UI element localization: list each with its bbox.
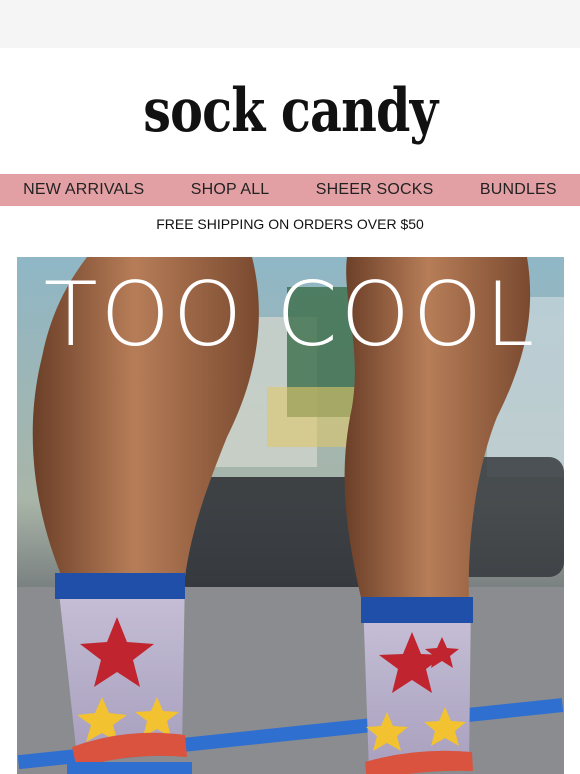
email-body: sock candy NEW ARRIVALS SHOP ALL SHEER S…	[0, 48, 580, 774]
hero-image[interactable]: TOO COOL	[17, 257, 564, 774]
logo-text: sock candy	[142, 76, 438, 146]
nav-item-bundles[interactable]: BUNDLES	[480, 181, 557, 199]
main-nav: NEW ARRIVALS SHOP ALL SHEER SOCKS BUNDLE…	[0, 174, 580, 206]
email-top-margin	[0, 0, 580, 48]
logo[interactable]: sock candy	[0, 48, 580, 174]
shipping-banner: FREE SHIPPING ON ORDERS OVER $50	[0, 206, 580, 242]
shipping-text: FREE SHIPPING ON ORDERS OVER $50	[156, 216, 424, 232]
nav-item-sheer-socks[interactable]: SHEER SOCKS	[316, 181, 434, 199]
nav-item-shop-all[interactable]: SHOP ALL	[191, 181, 270, 199]
hero-title: TOO COOL	[43, 263, 538, 366]
nav-item-new-arrivals[interactable]: NEW ARRIVALS	[23, 181, 144, 199]
